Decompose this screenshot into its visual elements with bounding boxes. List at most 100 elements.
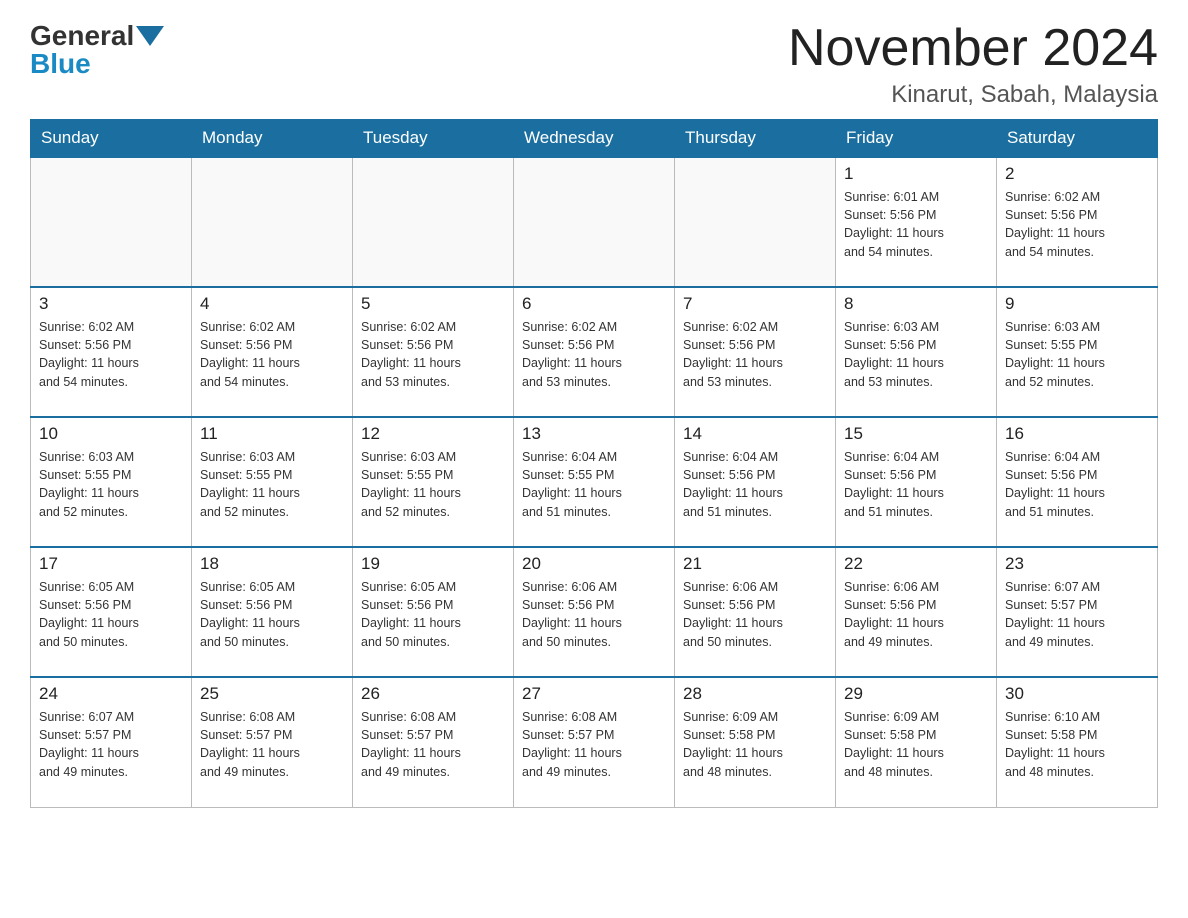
- calendar-cell: 17Sunrise: 6:05 AM Sunset: 5:56 PM Dayli…: [31, 547, 192, 677]
- day-info: Sunrise: 6:02 AM Sunset: 5:56 PM Dayligh…: [683, 318, 827, 391]
- day-info: Sunrise: 6:01 AM Sunset: 5:56 PM Dayligh…: [844, 188, 988, 261]
- calendar-cell: 25 Sunrise: 6:08 AM Sunset: 5:57 PM Dayli…: [192, 677, 353, 807]
- day-number: 16: [1005, 424, 1149, 444]
- calendar-cell: 23 Sunrise: 6:07 AM Sunset: 5:57 PM Dayli…: [997, 547, 1158, 677]
- day-number: 2: [1005, 164, 1149, 184]
- calendar-cell: 29 Sunrise: 6:09 AM Sunset: 5:58 PM Dayli…: [836, 677, 997, 807]
- calendar-cell: [192, 157, 353, 287]
- day-number: 5: [361, 294, 505, 314]
- day-number: 19: [361, 554, 505, 574]
- day-info: Sunrise: 6:08 AM Sunset: 5:57 PM Dayligh…: [361, 708, 505, 781]
- logo-area: General Blue: [30, 20, 166, 80]
- day-info: Sunrise: 6:02 AM Sunset: 5:56 PM Dayligh…: [522, 318, 666, 391]
- calendar-cell: 22 Sunrise: 6:06 AM Sunset: 5:56 PM Dayli…: [836, 547, 997, 677]
- calendar-cell: 2Sunrise: 6:02 AM Sunset: 5:56 PM Daylig…: [997, 157, 1158, 287]
- logo-triangle-icon: [136, 26, 164, 46]
- day-number: 29: [844, 684, 988, 704]
- logo-line2: Blue: [30, 48, 91, 80]
- day-number: 1: [844, 164, 988, 184]
- calendar-cell: [31, 157, 192, 287]
- day-number: 13: [522, 424, 666, 444]
- calendar-header-row: SundayMondayTuesdayWednesdayThursdayFrid…: [31, 120, 1158, 158]
- calendar-cell: 13 Sunrise: 6:04 AM Sunset: 5:55 PM Dayli…: [514, 417, 675, 547]
- day-number: 20: [522, 554, 666, 574]
- calendar-header-sunday: Sunday: [31, 120, 192, 158]
- calendar-cell: 12 Sunrise: 6:03 AM Sunset: 5:55 PM Dayli…: [353, 417, 514, 547]
- calendar-cell: [353, 157, 514, 287]
- day-number: 15: [844, 424, 988, 444]
- day-number: 21: [683, 554, 827, 574]
- location-title: Kinarut, Sabah, Malaysia: [788, 81, 1158, 109]
- page-header: General Blue November 2024 Kinarut, Saba…: [30, 20, 1158, 109]
- calendar-cell: 7Sunrise: 6:02 AM Sunset: 5:56 PM Daylig…: [675, 287, 836, 417]
- calendar-week-row: 10 Sunrise: 6:03 AM Sunset: 5:55 PM Dayli…: [31, 417, 1158, 547]
- logo-blue-text: Blue: [30, 48, 91, 80]
- calendar-header-friday: Friday: [836, 120, 997, 158]
- calendar-cell: 1 Sunrise: 6:01 AM Sunset: 5:56 PM Daylig…: [836, 157, 997, 287]
- day-info: Sunrise: 6:04 AM Sunset: 5:55 PM Dayligh…: [522, 448, 666, 521]
- calendar-week-row: 1 Sunrise: 6:01 AM Sunset: 5:56 PM Daylig…: [31, 157, 1158, 287]
- calendar-week-row: 3Sunrise: 6:02 AM Sunset: 5:56 PM Daylig…: [31, 287, 1158, 417]
- day-info: Sunrise: 6:07 AM Sunset: 5:57 PM Dayligh…: [1005, 578, 1149, 651]
- day-number: 9: [1005, 294, 1149, 314]
- day-number: 11: [200, 424, 344, 444]
- day-info: Sunrise: 6:09 AM Sunset: 5:58 PM Dayligh…: [844, 708, 988, 781]
- day-info: Sunrise: 6:08 AM Sunset: 5:57 PM Dayligh…: [200, 708, 344, 781]
- day-number: 4: [200, 294, 344, 314]
- day-info: Sunrise: 6:02 AM Sunset: 5:56 PM Dayligh…: [200, 318, 344, 391]
- calendar-cell: 15Sunrise: 6:04 AM Sunset: 5:56 PM Dayli…: [836, 417, 997, 547]
- day-number: 12: [361, 424, 505, 444]
- calendar-cell: 9 Sunrise: 6:03 AM Sunset: 5:55 PM Daylig…: [997, 287, 1158, 417]
- day-info: Sunrise: 6:05 AM Sunset: 5:56 PM Dayligh…: [39, 578, 183, 651]
- calendar-table: SundayMondayTuesdayWednesdayThursdayFrid…: [30, 119, 1158, 808]
- calendar-header-tuesday: Tuesday: [353, 120, 514, 158]
- calendar-header-thursday: Thursday: [675, 120, 836, 158]
- day-info: Sunrise: 6:08 AM Sunset: 5:57 PM Dayligh…: [522, 708, 666, 781]
- calendar-cell: 5 Sunrise: 6:02 AM Sunset: 5:56 PM Daylig…: [353, 287, 514, 417]
- day-info: Sunrise: 6:05 AM Sunset: 5:56 PM Dayligh…: [361, 578, 505, 651]
- day-info: Sunrise: 6:03 AM Sunset: 5:55 PM Dayligh…: [1005, 318, 1149, 391]
- month-title: November 2024: [788, 20, 1158, 77]
- day-info: Sunrise: 6:10 AM Sunset: 5:58 PM Dayligh…: [1005, 708, 1149, 781]
- calendar-cell: 24Sunrise: 6:07 AM Sunset: 5:57 PM Dayli…: [31, 677, 192, 807]
- calendar-header-monday: Monday: [192, 120, 353, 158]
- day-number: 23: [1005, 554, 1149, 574]
- day-info: Sunrise: 6:05 AM Sunset: 5:56 PM Dayligh…: [200, 578, 344, 651]
- title-area: November 2024 Kinarut, Sabah, Malaysia: [788, 20, 1158, 109]
- calendar-week-row: 24Sunrise: 6:07 AM Sunset: 5:57 PM Dayli…: [31, 677, 1158, 807]
- day-info: Sunrise: 6:06 AM Sunset: 5:56 PM Dayligh…: [683, 578, 827, 651]
- calendar-header-wednesday: Wednesday: [514, 120, 675, 158]
- calendar-cell: 21 Sunrise: 6:06 AM Sunset: 5:56 PM Dayli…: [675, 547, 836, 677]
- day-number: 14: [683, 424, 827, 444]
- day-number: 22: [844, 554, 988, 574]
- day-number: 27: [522, 684, 666, 704]
- day-number: 8: [844, 294, 988, 314]
- day-number: 25: [200, 684, 344, 704]
- day-number: 28: [683, 684, 827, 704]
- calendar-cell: 27 Sunrise: 6:08 AM Sunset: 5:57 PM Dayli…: [514, 677, 675, 807]
- day-info: Sunrise: 6:02 AM Sunset: 5:56 PM Dayligh…: [361, 318, 505, 391]
- calendar-cell: 8 Sunrise: 6:03 AM Sunset: 5:56 PM Daylig…: [836, 287, 997, 417]
- day-info: Sunrise: 6:04 AM Sunset: 5:56 PM Dayligh…: [683, 448, 827, 521]
- calendar-cell: [675, 157, 836, 287]
- calendar-cell: 4 Sunrise: 6:02 AM Sunset: 5:56 PM Daylig…: [192, 287, 353, 417]
- calendar-cell: 28Sunrise: 6:09 AM Sunset: 5:58 PM Dayli…: [675, 677, 836, 807]
- day-info: Sunrise: 6:07 AM Sunset: 5:57 PM Dayligh…: [39, 708, 183, 781]
- calendar-week-row: 17Sunrise: 6:05 AM Sunset: 5:56 PM Dayli…: [31, 547, 1158, 677]
- day-number: 26: [361, 684, 505, 704]
- calendar-cell: 26 Sunrise: 6:08 AM Sunset: 5:57 PM Dayli…: [353, 677, 514, 807]
- day-info: Sunrise: 6:03 AM Sunset: 5:56 PM Dayligh…: [844, 318, 988, 391]
- calendar-cell: 11 Sunrise: 6:03 AM Sunset: 5:55 PM Dayli…: [192, 417, 353, 547]
- day-number: 18: [200, 554, 344, 574]
- calendar-cell: 14 Sunrise: 6:04 AM Sunset: 5:56 PM Dayli…: [675, 417, 836, 547]
- calendar-cell: 6Sunrise: 6:02 AM Sunset: 5:56 PM Daylig…: [514, 287, 675, 417]
- day-info: Sunrise: 6:02 AM Sunset: 5:56 PM Dayligh…: [39, 318, 183, 391]
- day-number: 10: [39, 424, 183, 444]
- day-info: Sunrise: 6:06 AM Sunset: 5:56 PM Dayligh…: [844, 578, 988, 651]
- calendar-cell: 19 Sunrise: 6:05 AM Sunset: 5:56 PM Dayli…: [353, 547, 514, 677]
- day-info: Sunrise: 6:03 AM Sunset: 5:55 PM Dayligh…: [361, 448, 505, 521]
- day-info: Sunrise: 6:03 AM Sunset: 5:55 PM Dayligh…: [200, 448, 344, 521]
- calendar-cell: 20Sunrise: 6:06 AM Sunset: 5:56 PM Dayli…: [514, 547, 675, 677]
- calendar-cell: 18 Sunrise: 6:05 AM Sunset: 5:56 PM Dayli…: [192, 547, 353, 677]
- calendar-cell: [514, 157, 675, 287]
